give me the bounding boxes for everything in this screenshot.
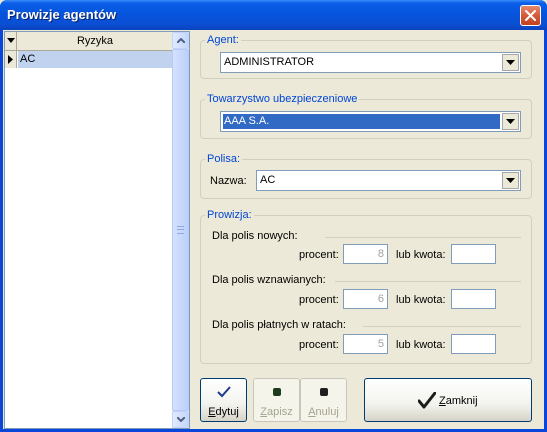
separator <box>325 237 521 238</box>
risks-grid[interactable]: Ryzyka AC <box>4 31 190 429</box>
agent-group: Agent: ADMINISTRATOR <box>200 34 532 79</box>
dropdown-arrow-icon <box>506 119 515 124</box>
installment-percent-label: procent: <box>299 339 339 351</box>
separator <box>335 281 521 282</box>
scroll-thumb[interactable] <box>172 49 189 411</box>
installment-amount-input[interactable] <box>451 334 496 354</box>
installment-amount-label: lub kwota: <box>396 339 446 351</box>
dropdown-arrow-icon <box>506 60 515 65</box>
policy-name-dropdown-button[interactable] <box>502 172 519 189</box>
edit-button-label: dytuj <box>215 406 239 418</box>
agent-dropdown-button[interactable] <box>502 54 519 71</box>
chevron-up-icon <box>177 38 185 43</box>
separator <box>363 326 521 327</box>
cancel-button[interactable]: Anuluj <box>300 378 347 422</box>
scroll-down-button[interactable] <box>172 411 189 428</box>
column-header-risks[interactable]: Ryzyka <box>18 35 172 47</box>
installment-policies-label: Dla polis płatnych w ratach: <box>212 319 346 331</box>
renewed-policies-label: Dla polis wznawianych: <box>212 274 326 286</box>
new-percent-label: procent: <box>299 249 339 261</box>
new-amount-input[interactable] <box>451 244 496 264</box>
row-indicator <box>5 51 17 68</box>
dialog-window: Prowizje agentów Ryzyka AC Agent: ADMINI… <box>0 0 547 432</box>
policy-name-select[interactable]: AC <box>256 170 521 191</box>
table-cell[interactable]: AC <box>18 51 172 68</box>
grid-header-indicator[interactable] <box>5 32 17 50</box>
dropdown-arrow-icon <box>506 178 515 183</box>
chevron-down-icon <box>177 417 185 422</box>
new-amount-label: lub kwota: <box>396 249 446 261</box>
insurance-company-select[interactable]: AAA S.A. <box>220 111 521 132</box>
edit-accelerator: E <box>208 406 216 418</box>
save-button-label: apisz <box>267 406 293 418</box>
new-percent-input[interactable]: 8 <box>343 244 388 264</box>
grid-header: Ryzyka <box>5 32 172 51</box>
renewed-amount-label: lub kwota: <box>396 294 446 306</box>
installment-percent-input[interactable]: 5 <box>343 334 388 354</box>
checkmark-icon <box>216 386 231 398</box>
policy-group: Polisa: Nazwa: AC <box>200 153 532 199</box>
close-icon <box>525 10 536 21</box>
dialog-body: Ryzyka AC Agent: ADMINISTRATOR Towarzyst… <box>3 30 544 429</box>
close-window-button[interactable] <box>520 5 541 26</box>
save-button[interactable]: Zapisz <box>253 378 300 422</box>
policy-group-label: Polisa: <box>205 153 243 165</box>
new-policies-label: Dla polis nowych: <box>212 230 298 242</box>
vertical-scrollbar[interactable] <box>172 32 189 428</box>
commission-group-label: Prowizja: <box>205 209 254 221</box>
save-icon <box>272 388 281 396</box>
commission-group: Prowizja: Dla polis nowych: procent: 8 l… <box>200 209 532 364</box>
checkmark-icon <box>418 392 436 409</box>
policy-name-select-value: AC <box>260 174 276 186</box>
renewed-percent-input[interactable]: 6 <box>343 289 388 309</box>
cancel-icon <box>319 388 328 396</box>
renewed-percent-label: procent: <box>299 294 339 306</box>
renewed-amount-input[interactable] <box>451 289 496 309</box>
cancel-accelerator: A <box>308 406 316 418</box>
agent-group-label: Agent: <box>205 34 241 46</box>
close-accelerator: Z <box>439 395 446 407</box>
edit-button[interactable]: Edytuj <box>200 378 247 422</box>
insurance-company-select-value: AAA S.A. <box>223 114 500 129</box>
policy-name-label: Nazwa: <box>210 175 247 187</box>
agent-select-value: ADMINISTRATOR <box>224 56 315 68</box>
current-row-arrow-icon <box>8 55 13 64</box>
close-button[interactable]: Zamknij <box>364 378 532 422</box>
sort-down-icon <box>7 38 15 43</box>
grip-icon <box>177 226 184 234</box>
agent-select[interactable]: ADMINISTRATOR <box>220 52 521 73</box>
window-title: Prowizje agentów <box>7 7 117 22</box>
insurance-company-dropdown-button[interactable] <box>502 113 519 130</box>
cancel-button-label: nuluj <box>315 406 339 418</box>
insurance-company-group: Towarzystwo ubezpieczeniowe AAA S.A. <box>200 93 532 139</box>
save-accelerator: Z <box>260 406 268 418</box>
close-button-label: amknij <box>445 395 478 407</box>
title-bar[interactable]: Prowizje agentów <box>0 0 547 30</box>
table-row[interactable]: AC <box>5 51 172 68</box>
insurance-company-group-label: Towarzystwo ubezpieczeniowe <box>205 93 360 105</box>
scroll-up-button[interactable] <box>172 32 189 49</box>
